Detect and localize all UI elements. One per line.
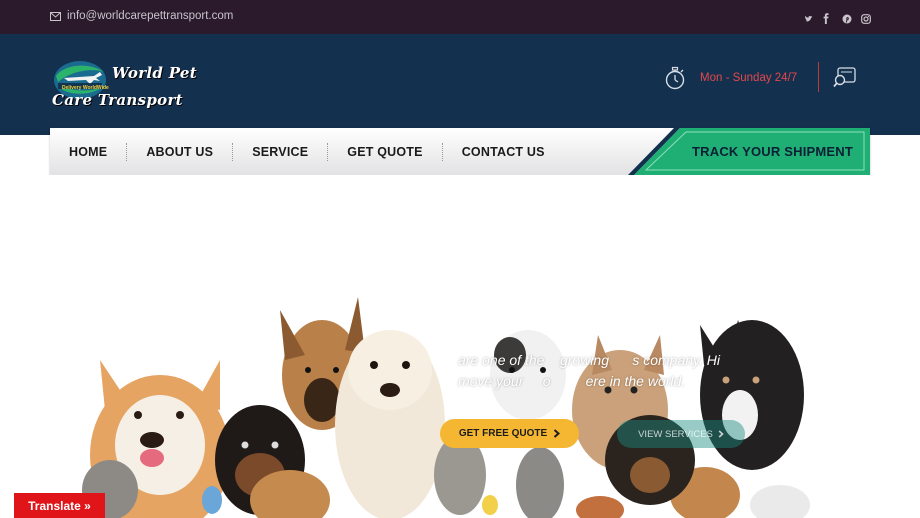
hero-tagline: are one of the growing s company. Hi mov… <box>458 350 720 392</box>
view-services-button[interactable]: VIEW SERVICES <box>617 420 745 448</box>
contact-email[interactable]: info@worldcarepettransport.com <box>50 10 233 22</box>
email-text: info@worldcarepettransport.com <box>67 10 234 22</box>
tracking-search-icon[interactable] <box>833 66 857 88</box>
nav-item-home[interactable]: HOME <box>50 143 126 161</box>
labrador-puppy <box>335 330 445 518</box>
twitter-icon[interactable] <box>804 11 813 22</box>
get-free-quote-label: GET FREE QUOTE <box>458 428 548 439</box>
hours-text: Mon - Sunday 24/7 <box>700 72 798 84</box>
nav-item-get-quote[interactable]: GET QUOTE <box>327 142 441 161</box>
chevron-right-icon <box>554 429 561 438</box>
chevron-right-icon <box>718 430 724 438</box>
social-links <box>804 11 871 24</box>
site-logo[interactable]: Delivery WorldWide World Pet Care Transp… <box>50 58 246 112</box>
hero-tagline-line2: move your o ere in the world. <box>458 373 686 389</box>
stopwatch-icon <box>665 66 685 90</box>
nav-item-contact-us[interactable]: CONTACT US <box>441 142 564 161</box>
hero-banner: are one of the growing s company. Hi mov… <box>0 175 920 518</box>
nav-items: HOME ABOUT US SERVICE GET QUOTE CONTACT … <box>50 128 564 175</box>
opening-hours: Mon - Sunday 24/7 <box>664 66 797 90</box>
pinterest-icon[interactable] <box>842 11 852 24</box>
track-shipment-label: TRACK YOUR SHIPMENT <box>692 144 854 159</box>
nav-item-about-us[interactable]: ABOUT US <box>126 142 232 161</box>
main-navigation: HOME ABOUT US SERVICE GET QUOTE CONTACT … <box>50 128 870 175</box>
view-services-label: VIEW SERVICES <box>638 428 713 440</box>
pets-group-image <box>82 297 810 518</box>
envelope-icon <box>50 11 61 21</box>
header-divider <box>818 62 819 92</box>
nav-item-service[interactable]: SERVICE <box>232 142 327 161</box>
facebook-icon[interactable] <box>823 11 832 24</box>
logo-text-line2: Care Transport <box>52 91 183 109</box>
get-free-quote-button[interactable]: GET FREE QUOTE <box>440 419 579 448</box>
top-bar: info@worldcarepettransport.com <box>0 0 920 34</box>
translate-button[interactable]: Translate » <box>14 493 105 518</box>
instagram-icon[interactable] <box>861 11 871 24</box>
site-header: Delivery WorldWide World Pet Care Transp… <box>0 34 920 135</box>
track-shipment-button[interactable]: TRACK YOUR SHIPMENT <box>628 128 870 175</box>
hero-tagline-line1: are one of the growing s company. Hi <box>458 352 720 368</box>
logo-text-line1: World Pet <box>112 64 197 82</box>
